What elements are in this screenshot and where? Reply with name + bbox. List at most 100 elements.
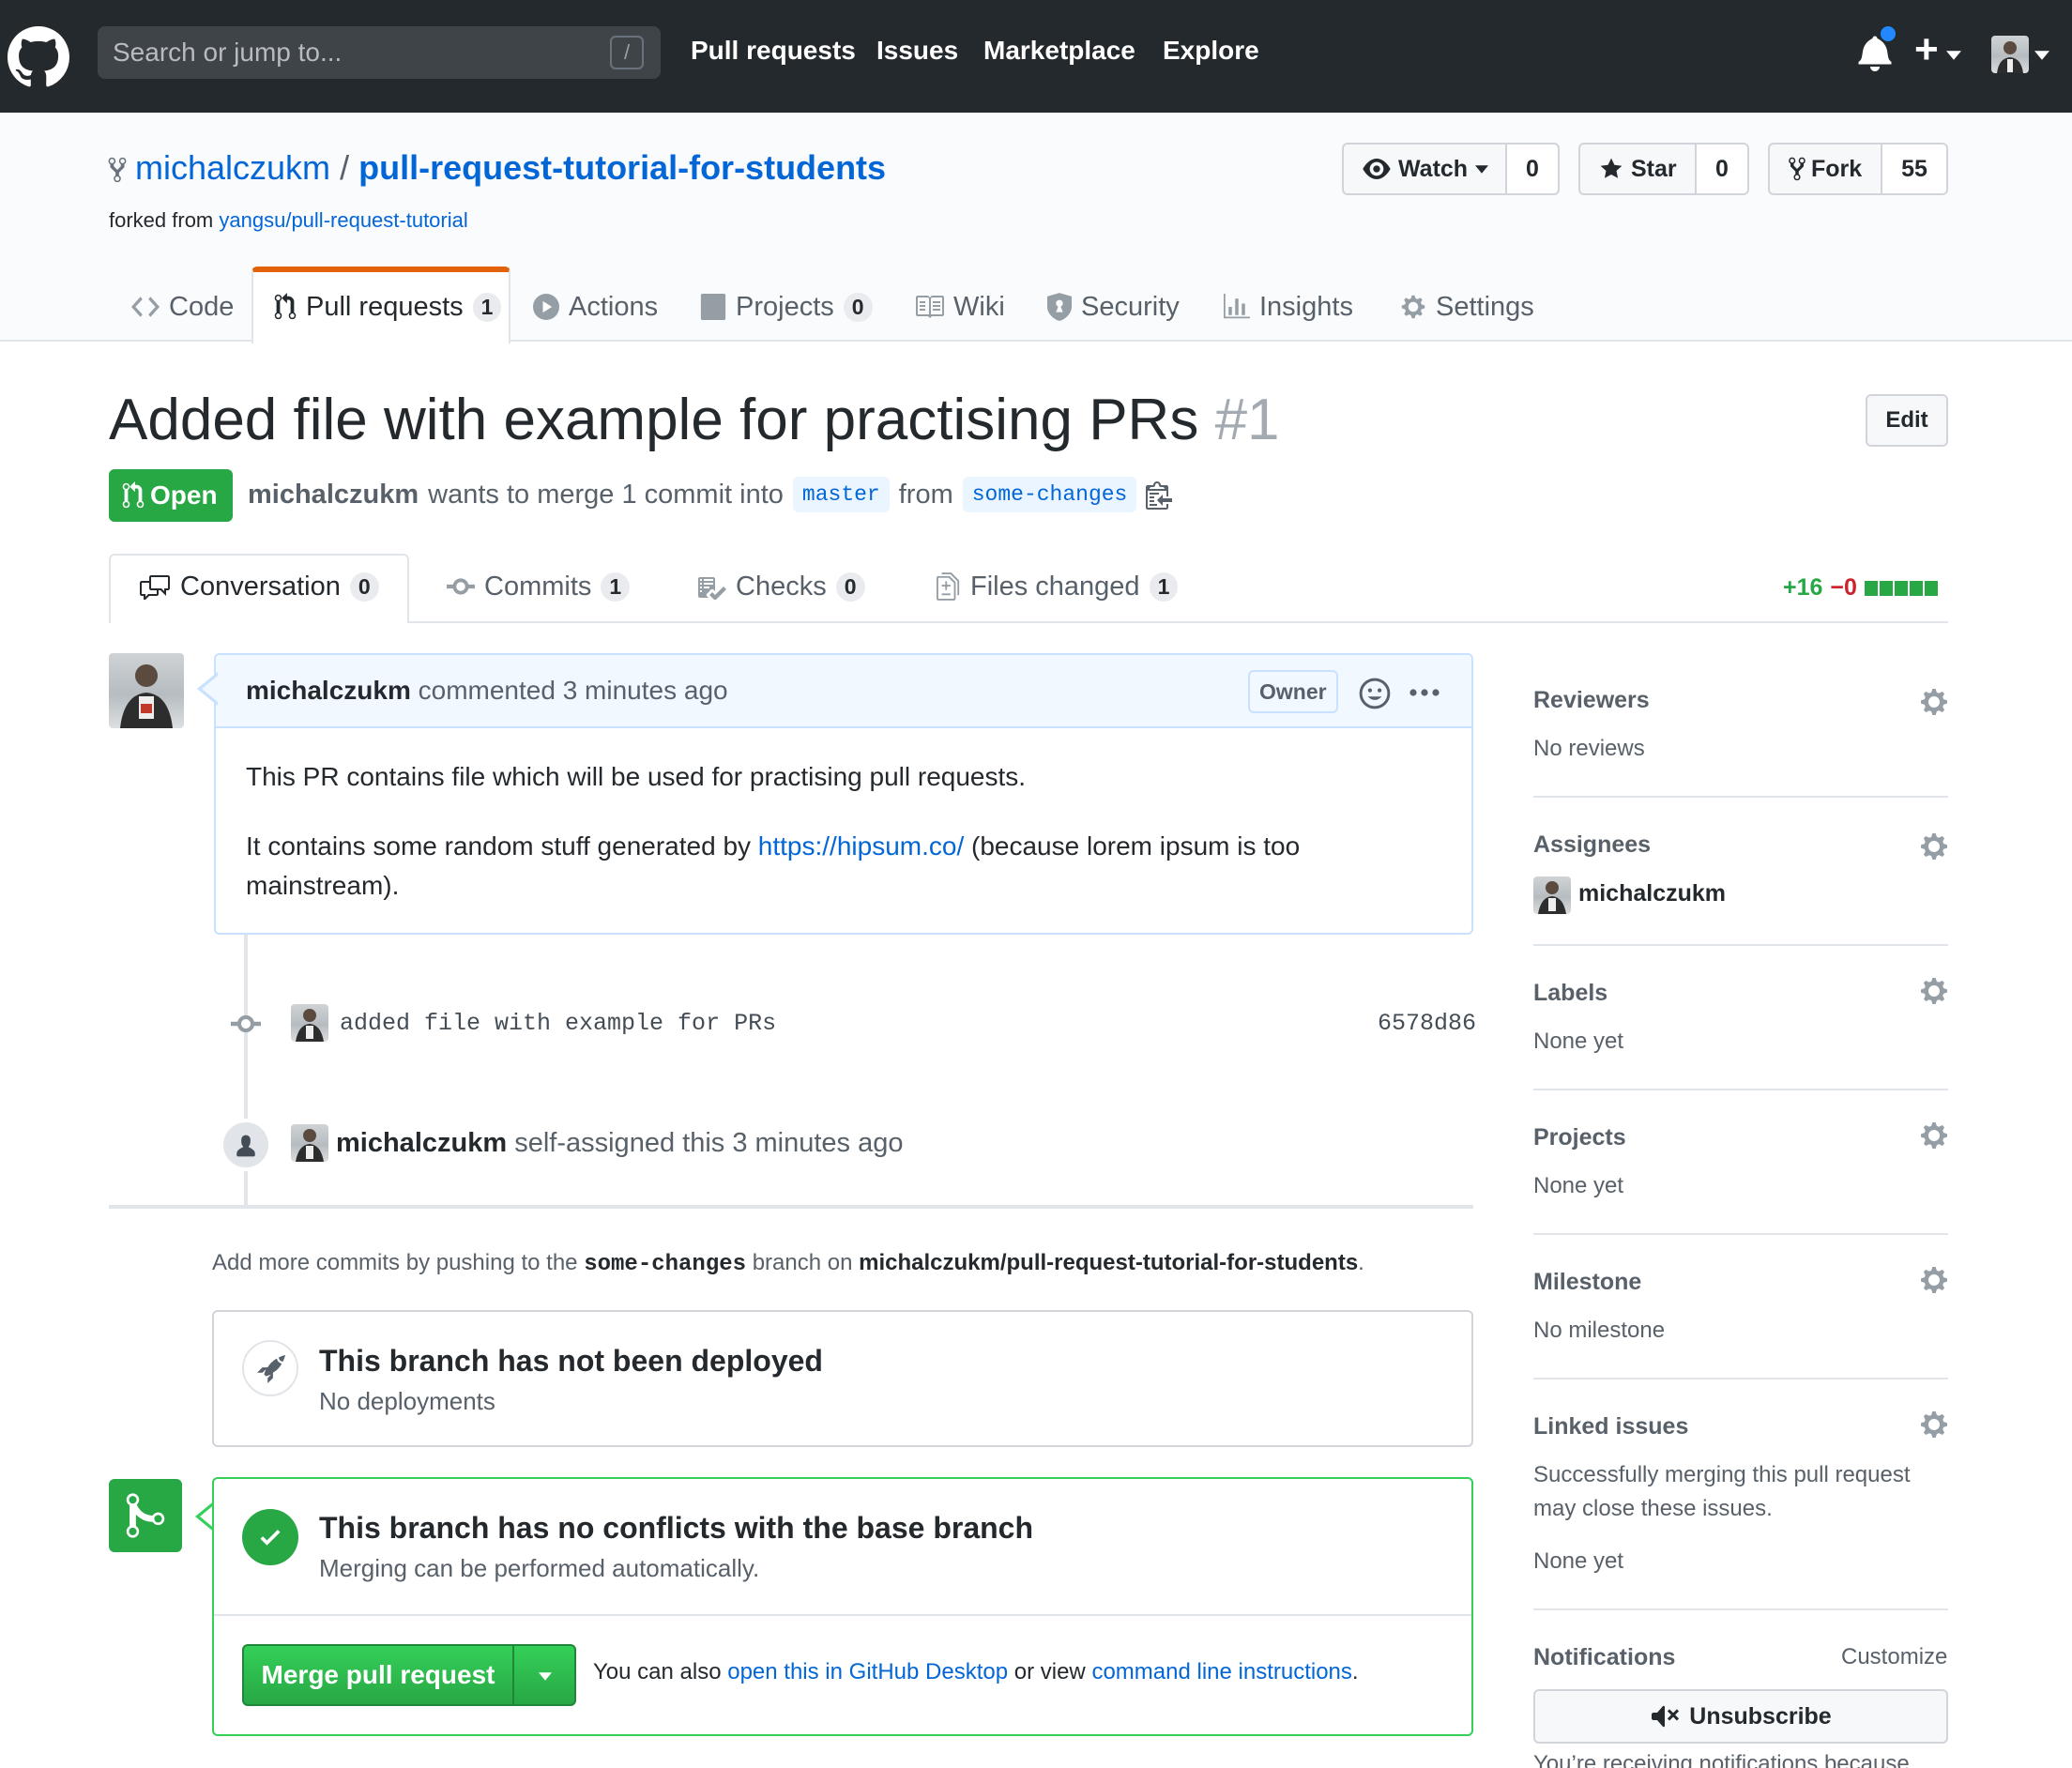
projects-heading[interactable]: Projects [1533, 1124, 1626, 1151]
plus-icon: + [1914, 26, 1939, 72]
pr-author-link[interactable]: michalczukm [248, 480, 419, 511]
gear-icon[interactable] [1920, 1120, 1948, 1151]
event-actor-link[interactable]: michalczukm [336, 1128, 507, 1158]
labels-heading[interactable]: Labels [1533, 980, 1607, 1007]
tab-counter: 0 [843, 292, 873, 322]
github-logo-icon[interactable] [8, 26, 69, 88]
diffstat-blocks [1864, 580, 1938, 596]
pr-state-badge: Open [109, 469, 233, 522]
gear-icon[interactable] [1920, 1410, 1948, 1440]
search-box[interactable]: / [98, 26, 661, 79]
head-branch[interactable]: some-changes [962, 477, 1137, 512]
tab-insights[interactable]: Insights [1224, 272, 1353, 342]
fork-label: Fork [1811, 155, 1863, 182]
gear-icon [1401, 295, 1425, 319]
sidebar-divider [1533, 944, 1948, 946]
tab-files-changed[interactable]: Files changed 1 [937, 554, 1179, 619]
tab-actions[interactable]: Actions [533, 272, 658, 342]
gear-icon[interactable] [1920, 687, 1948, 717]
tab-projects[interactable]: Projects 0 [700, 272, 873, 342]
notifications-button[interactable] [1858, 24, 1897, 71]
tab-security[interactable]: Security [1047, 272, 1180, 342]
repo-owner-link[interactable]: michalczukm [135, 148, 330, 187]
smiley-icon[interactable] [1359, 678, 1391, 709]
nav-pull-requests[interactable]: Pull requests [691, 36, 856, 66]
comment-body-link[interactable]: https://hipsum.co/ [758, 831, 964, 861]
tab-wiki[interactable]: Wiki [914, 272, 1005, 342]
customize-link[interactable]: Customize [1841, 1644, 1947, 1670]
avatar-person-icon [296, 1009, 324, 1042]
event-description: self-assigned this 3 minutes ago [514, 1128, 904, 1158]
git-pull-request-icon [122, 481, 145, 509]
push-note: Add more commits by pushing to the some-… [212, 1250, 1364, 1277]
linked-issues-desc-2: may close these issues. [1533, 1496, 1773, 1521]
merge-box-divider [214, 1614, 1471, 1616]
avatar-person-icon [120, 664, 173, 728]
tab-code[interactable]: Code [131, 272, 234, 342]
merge-box: This branch has no conflicts with the ba… [212, 1477, 1473, 1736]
watch-count[interactable]: 0 [1505, 143, 1560, 195]
merge-method-dropdown[interactable] [512, 1644, 576, 1706]
nav-explore[interactable]: Explore [1163, 36, 1259, 66]
diffstat-block [1894, 580, 1908, 596]
assignee-avatar[interactable] [1533, 876, 1571, 914]
repo-forked-icon [108, 157, 127, 183]
star-label: Star [1631, 155, 1677, 182]
event-actor-avatar[interactable] [291, 1124, 328, 1162]
star-count[interactable]: 0 [1695, 143, 1749, 195]
tab-label: Wiki [953, 291, 1005, 322]
tab-settings[interactable]: Settings [1400, 272, 1534, 342]
comment-author-link[interactable]: michalczukm [246, 676, 411, 705]
edit-title-button[interactable]: Edit [1866, 394, 1948, 447]
push-note-pre: Add more commits by pushing to the [212, 1250, 578, 1275]
merge-status-icon [109, 1479, 182, 1552]
merge-end-text: . [1351, 1659, 1359, 1684]
create-new-button[interactable]: + [1914, 26, 1939, 73]
tab-commits[interactable]: Commits 1 [447, 554, 631, 619]
repo-name-link[interactable]: pull-request-tutorial-for-students [358, 148, 886, 187]
commit-sha-link[interactable]: 6578d86 [1378, 1010, 1476, 1037]
cli-instructions-link[interactable]: command line instructions [1091, 1659, 1351, 1684]
assignees-heading[interactable]: Assignees [1533, 831, 1651, 859]
tab-pull-requests[interactable]: Pull requests 1 [274, 272, 502, 342]
diffstat-block [1924, 580, 1938, 596]
tab-checks[interactable]: Checks 0 [696, 554, 865, 619]
merge-pull-request-button[interactable]: Merge pull request [242, 1644, 514, 1706]
milestone-heading[interactable]: Milestone [1533, 1269, 1641, 1296]
reviewers-heading[interactable]: Reviewers [1533, 687, 1650, 714]
chevron-down-icon [539, 1672, 552, 1681]
clipboard-icon[interactable] [1146, 480, 1173, 510]
kebab-horizontal-icon[interactable] [1409, 687, 1440, 698]
push-note-mid: branch on [752, 1250, 853, 1275]
comment-discussion-icon [140, 575, 170, 600]
nav-marketplace[interactable]: Marketplace [983, 36, 1135, 66]
unsubscribe-label: Unsubscribe [1689, 1702, 1832, 1730]
push-note-repo: michalczukm/pull-request-tutorial-for-st… [859, 1250, 1359, 1275]
fork-count[interactable]: 55 [1881, 143, 1948, 195]
gear-icon[interactable] [1920, 976, 1948, 1006]
reviewers-value: No reviews [1533, 736, 1645, 761]
timeline-end-divider [109, 1205, 1473, 1209]
deploy-title: This branch has not been deployed [319, 1344, 823, 1378]
notifications-reason: You’re receiving notifications because [1533, 1751, 1910, 1768]
commit-message-link[interactable]: added file with example for PRs [340, 1010, 776, 1037]
unsubscribe-button[interactable]: Unsubscribe [1533, 1689, 1948, 1744]
fork-button[interactable]: Fork [1768, 143, 1882, 195]
gear-icon[interactable] [1920, 1265, 1948, 1295]
watch-button[interactable]: Watch [1342, 143, 1507, 195]
star-button[interactable]: Star [1578, 143, 1697, 195]
open-desktop-link[interactable]: open this in GitHub Desktop [727, 1659, 1008, 1684]
gear-icon[interactable] [1920, 831, 1948, 861]
base-branch[interactable]: master [792, 477, 890, 512]
tab-label: Actions [569, 291, 659, 322]
comment-author-avatar[interactable] [109, 653, 184, 728]
avatar-person-icon [1997, 41, 2023, 73]
nav-issues[interactable]: Issues [876, 36, 958, 66]
assignee-link[interactable]: michalczukm [1578, 880, 1726, 907]
commit-author-avatar[interactable] [291, 1004, 328, 1042]
linked-issues-heading[interactable]: Linked issues [1533, 1413, 1688, 1440]
user-avatar-menu[interactable] [1991, 36, 2029, 73]
tab-conversation[interactable]: Conversation 0 [139, 554, 379, 619]
search-input[interactable] [113, 26, 601, 79]
forked-from-link[interactable]: yangsu/pull-request-tutorial [219, 208, 467, 232]
